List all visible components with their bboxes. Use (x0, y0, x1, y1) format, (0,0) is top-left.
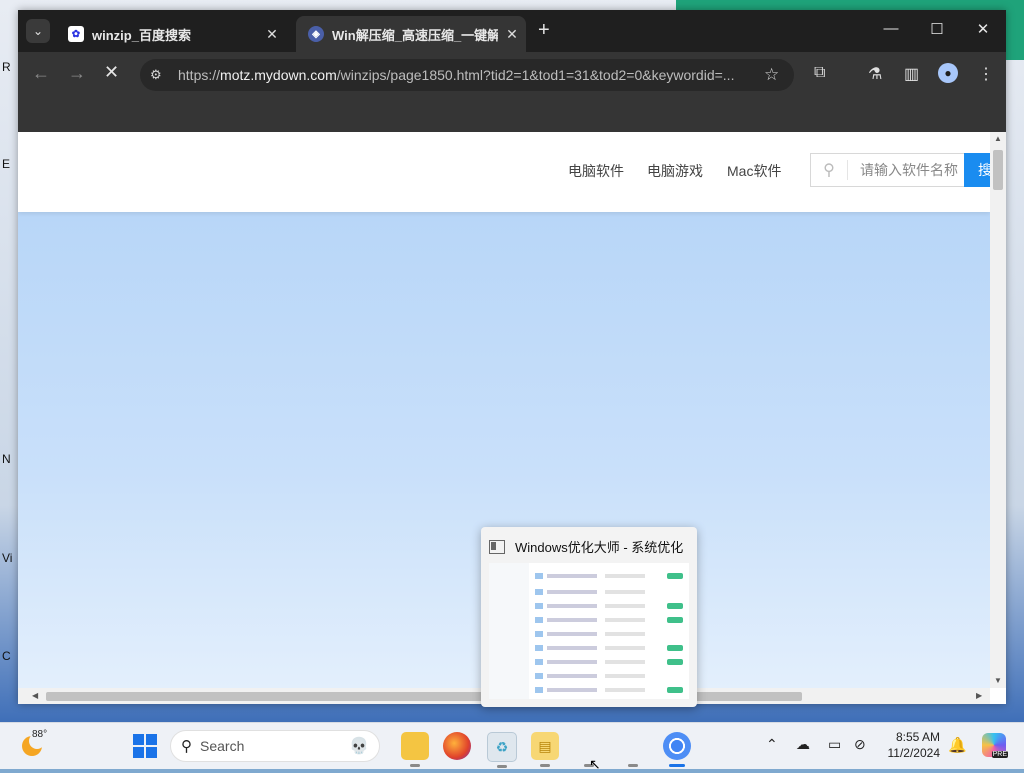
thumbnail-row (535, 631, 685, 637)
desktop-icon-label[interactable]: N (2, 452, 11, 466)
preview-title-text: Windows优化大师 - 系统优化 (515, 540, 684, 555)
notes-app-icon[interactable]: ▤ (531, 732, 559, 767)
tab-strip: ⌄ ✿ winzip_百度搜索 ✕ ◈ Win解压缩_高速压缩_一键解压 ✕ +… (18, 10, 1006, 52)
display-icon[interactable]: ▭ (828, 736, 841, 753)
bookmark-star-icon[interactable]: ☆ (764, 65, 779, 85)
start-button[interactable] (133, 734, 157, 758)
bookmarks-bar (18, 96, 1006, 132)
scroll-down-arrow-icon[interactable]: ▼ (994, 676, 1002, 685)
chevron-up-icon[interactable]: ⌃ (766, 736, 778, 753)
scrollbar-thumb[interactable] (993, 150, 1003, 190)
browser-toolbar: ← → ✕ ⚙ https://motz.mydown.com/winzips/… (18, 52, 1006, 96)
scroll-right-arrow-icon[interactable]: ▶ (976, 691, 982, 700)
more-menu-icon[interactable]: ⋮ (978, 64, 994, 84)
thumbnail-row (535, 645, 685, 651)
close-window-button[interactable]: ✕ (968, 20, 998, 38)
thumbnail-row (535, 617, 685, 623)
chrome-icon[interactable] (663, 732, 691, 767)
search-icon: ⚲ (811, 160, 848, 180)
new-tab-button[interactable]: + (538, 20, 550, 40)
desktop-icon-label[interactable]: R (2, 60, 11, 74)
thumbnail-row (535, 589, 685, 595)
recycle-bin-icon[interactable]: ♻ (487, 732, 517, 768)
search-label: Search (200, 738, 245, 754)
site-search: ⚲ (810, 153, 990, 187)
baidu-paw-icon: ✿ (68, 26, 84, 42)
taskbar-search[interactable]: ⚲ Search 💀 (170, 730, 380, 762)
site-header: 电脑软件 电脑游戏 Mac软件 ⚲ 搜 (18, 132, 990, 212)
thumbnail-row (535, 687, 685, 693)
nav-mac-software[interactable]: Mac软件 (727, 161, 781, 181)
chevron-down-icon: ⌄ (32, 24, 44, 38)
search-button[interactable]: 搜 (964, 153, 990, 187)
desktop-icon-label[interactable]: Vi (2, 551, 12, 565)
nav-pc-software[interactable]: 电脑软件 (568, 161, 624, 181)
forward-arrow-icon[interactable]: → (68, 64, 86, 82)
side-panel-icon[interactable]: ▥ (904, 64, 919, 84)
vertical-scrollbar[interactable]: ▲ ▼ (990, 132, 1006, 688)
tab-title: Win解压缩_高速压缩_一键解压 (332, 27, 498, 43)
cloud-offline-icon[interactable]: ☁ (796, 736, 810, 753)
maximize-button[interactable]: ☐ (922, 20, 952, 38)
tab-search-menu-button[interactable]: ⌄ (26, 19, 50, 43)
preview-badge: PRE (991, 751, 1008, 758)
tab-baidu-search[interactable]: ✿ winzip_百度搜索 ✕ (56, 16, 286, 52)
back-arrow-icon[interactable]: ← (32, 64, 50, 82)
nav-pc-games[interactable]: 电脑游戏 (647, 161, 703, 181)
taskbar-window-preview[interactable]: Windows优化大师 - 系统优化 (481, 527, 697, 707)
search-icon: ⚲ (181, 738, 192, 755)
scroll-left-arrow-icon[interactable]: ◀ (32, 691, 38, 700)
firefox-icon[interactable] (443, 732, 471, 760)
extensions-puzzle-icon[interactable]: ⧉ (814, 64, 825, 82)
thumbnail-sidebar (489, 563, 529, 699)
tab-winzip-download[interactable]: ◈ Win解压缩_高速压缩_一键解压 ✕ (296, 16, 526, 52)
profile-avatar-icon[interactable]: ● (938, 63, 958, 83)
notification-bell-icon[interactable]: 🔔 (948, 736, 967, 754)
thumbnail-row (535, 603, 685, 609)
scroll-up-arrow-icon[interactable]: ▲ (994, 134, 1002, 143)
clock-date: 11/2/2024 (887, 746, 941, 760)
network-icon[interactable]: ⊘ (854, 736, 866, 753)
desktop-icon-label[interactable]: E (2, 157, 10, 171)
site-settings-icon[interactable]: ⚙ (150, 67, 168, 83)
close-tab-icon[interactable]: ✕ (498, 26, 526, 43)
url-text[interactable]: https://motz.mydown.com/winzips/page1850… (178, 67, 758, 83)
clock-time: 8:55 AM (895, 730, 940, 744)
thumbnail-row (535, 673, 685, 679)
stop-loading-icon[interactable]: ✕ (104, 62, 119, 83)
thumbnail-row (535, 659, 685, 665)
mouse-cursor-icon: ↖ (589, 756, 601, 772)
temperature: 88° (32, 729, 48, 740)
minimize-button[interactable]: — (876, 20, 906, 37)
preview-title: Windows优化大师 - 系统优化 (489, 537, 683, 556)
labs-flask-icon[interactable]: ⚗ (868, 64, 882, 84)
file-explorer-icon[interactable] (401, 732, 429, 767)
mydown-icon: ◈ (308, 26, 324, 42)
close-tab-icon[interactable]: ✕ (258, 26, 286, 43)
copilot-icon[interactable]: PRE (982, 733, 1008, 758)
window-icon (489, 539, 505, 554)
thumbnail-row (535, 573, 685, 579)
tab-title: winzip_百度搜索 (92, 27, 191, 43)
preview-thumbnail[interactable] (489, 563, 689, 699)
taskbar: 88° ⚲ Search 💀 ♻ ▤ ⌃ ☁ ▭ ⊘ 8:55 AM 11/2/… (0, 722, 1024, 769)
windows-optimizer-icon-2[interactable] (619, 732, 647, 767)
desktop-icon-label[interactable]: C (2, 649, 11, 663)
address-bar[interactable]: ⚙ https://motz.mydown.com/winzips/page18… (140, 59, 794, 91)
search-highlight-icon: 💀 (349, 738, 369, 755)
clock[interactable]: 8:55 AM 11/2/2024 (880, 729, 941, 761)
